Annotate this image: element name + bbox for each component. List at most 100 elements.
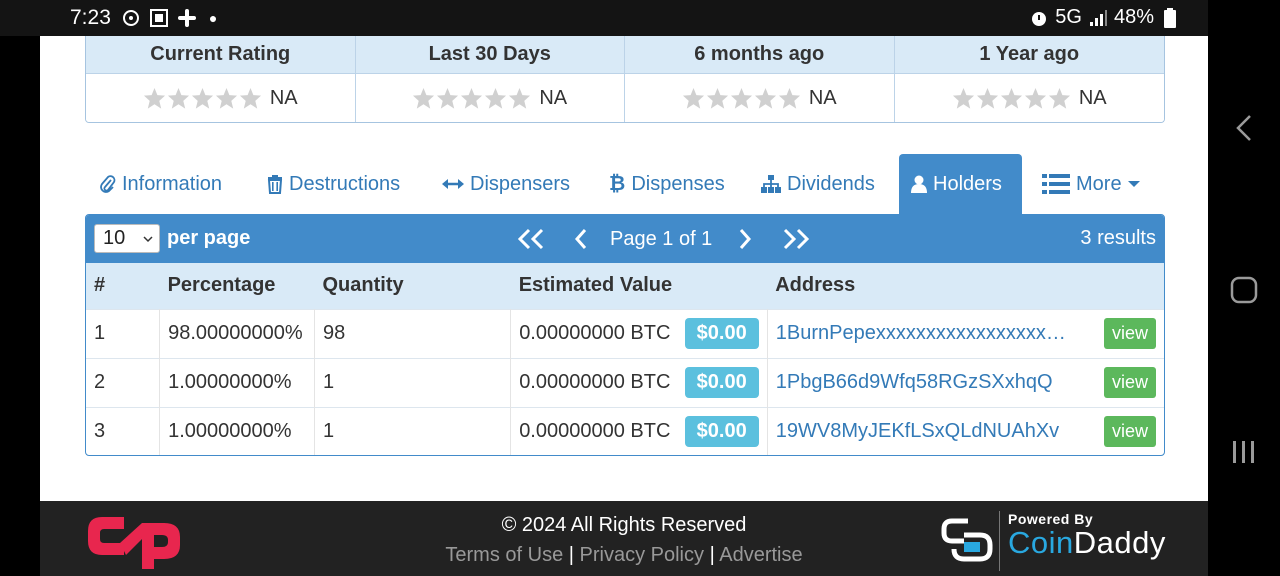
rating-value: NA bbox=[269, 86, 298, 109]
page-indicator: Page 1 of 1 bbox=[610, 228, 713, 250]
tab-dispenses[interactable]: ₿ Dispenses bbox=[597, 154, 737, 214]
chevron-left-icon bbox=[574, 229, 587, 249]
rating-header-1year: 1 Year ago bbox=[979, 43, 1080, 65]
paperclip-icon bbox=[100, 175, 116, 193]
usd-value-badge: $0.00 bbox=[684, 318, 759, 349]
view-button[interactable]: view bbox=[1103, 416, 1156, 448]
advertise-link[interactable]: Advertise bbox=[719, 544, 802, 566]
slack-icon bbox=[177, 9, 196, 27]
row-quantity: 98 bbox=[314, 308, 512, 358]
star-icon bbox=[682, 87, 704, 109]
recents-icon bbox=[1233, 441, 1254, 463]
row-quantity: 1 bbox=[314, 406, 512, 455]
rating-1year: NA bbox=[895, 74, 1165, 122]
tab-label: More bbox=[1076, 172, 1122, 195]
column-header-estimated-value: Estimated Value bbox=[510, 263, 768, 309]
row-percentage: 1.00000000% bbox=[159, 357, 315, 407]
rating-6months: NA bbox=[625, 74, 895, 122]
rating-value: NA bbox=[808, 86, 837, 109]
rating-value: NA bbox=[539, 86, 568, 109]
usd-value-badge: $0.00 bbox=[684, 416, 759, 448]
results-count: 3 results bbox=[1080, 227, 1156, 249]
signal-icon bbox=[1089, 9, 1107, 26]
chevron-down-icon bbox=[143, 236, 153, 243]
status-bar: 7:23 ● 5G 48% bbox=[0, 0, 1208, 36]
sitemap-icon bbox=[761, 175, 781, 193]
terms-link[interactable]: Terms of Use bbox=[445, 544, 563, 566]
star-rating bbox=[412, 87, 531, 110]
page-content: Current Rating Last 30 Days 6 months ago… bbox=[40, 36, 1208, 501]
btc-value: 0.00000000 BTC bbox=[519, 371, 671, 393]
column-header-quantity: Quantity bbox=[314, 263, 511, 309]
star-icon bbox=[191, 87, 213, 109]
battery-percent: 48% bbox=[1113, 6, 1154, 28]
address-link[interactable]: 1PbgB66d9Wfq58RGzSXxhqQ bbox=[776, 371, 1068, 394]
tab-destructions[interactable]: Destructions bbox=[255, 154, 412, 214]
star-icon bbox=[485, 87, 507, 109]
row-number: 1 bbox=[86, 308, 161, 358]
address-link[interactable]: 1BurnPepexxxxxxxxxxxxxxxxxxxAK33R bbox=[776, 322, 1068, 345]
tab-label: Dividends bbox=[787, 172, 875, 195]
tab-label: Dispensers bbox=[470, 172, 571, 195]
row-estimated-value: 0.00000000 BTC $0.00 bbox=[510, 308, 768, 358]
battery-icon bbox=[1164, 7, 1176, 28]
star-rating bbox=[143, 87, 262, 110]
bitcoin-icon: ₿ bbox=[609, 172, 626, 195]
table-row: 3 1.00000000% 1 0.00000000 BTC $0.00 19WV… bbox=[86, 406, 1164, 455]
usd-value-badge: $0.00 bbox=[684, 367, 759, 398]
first-page-button[interactable] bbox=[516, 227, 546, 251]
row-address: 1BurnPepexxxxxxxxxxxxxxxxxxxAK33R view bbox=[767, 308, 1164, 358]
tab-dispensers[interactable]: Dispensers bbox=[430, 154, 582, 214]
list-icon bbox=[1042, 174, 1070, 194]
tab-information[interactable]: Information bbox=[88, 154, 234, 214]
rating-30days: NA bbox=[356, 74, 625, 122]
table-row: 1 98.00000000% 98 0.00000000 BTC $0.00 1B… bbox=[86, 308, 1164, 358]
back-button[interactable] bbox=[1228, 112, 1260, 144]
site-footer: © 2024 All Rights Reserved Terms of Use … bbox=[40, 501, 1208, 576]
column-header-percentage: Percentage bbox=[159, 263, 315, 309]
double-chevron-right-icon bbox=[783, 228, 810, 250]
prev-page-button[interactable] bbox=[573, 227, 589, 251]
tab-label: Dispenses bbox=[631, 172, 725, 195]
star-icon bbox=[976, 87, 998, 109]
tab-more[interactable]: More bbox=[1030, 154, 1152, 214]
system-nav-bar bbox=[1208, 0, 1280, 576]
rating-header-6months: 6 months ago bbox=[625, 36, 895, 73]
recents-button[interactable] bbox=[1228, 436, 1260, 468]
ratings-table: Current Rating Last 30 Days 6 months ago… bbox=[85, 36, 1165, 123]
table-row: 2 1.00000000% 1 0.00000000 BTC $0.00 1Pbg… bbox=[86, 357, 1164, 407]
star-icon bbox=[143, 87, 165, 109]
star-rating bbox=[952, 87, 1071, 110]
tab-holders[interactable]: Holders bbox=[899, 154, 1022, 214]
per-page-label: per page bbox=[167, 227, 251, 249]
rating-header-current: Current Rating bbox=[86, 36, 356, 73]
more-notifications-icon: ● bbox=[208, 10, 218, 26]
rating-current: NA bbox=[86, 74, 356, 122]
view-button[interactable]: view bbox=[1103, 318, 1156, 349]
row-number: 2 bbox=[86, 357, 161, 407]
arrows-horizontal-icon bbox=[442, 179, 464, 189]
tab-label: Destructions bbox=[289, 172, 401, 195]
row-estimated-value: 0.00000000 BTC $0.00 bbox=[510, 406, 768, 455]
tab-dividends[interactable]: Dividends bbox=[749, 154, 887, 214]
view-button[interactable]: view bbox=[1103, 367, 1156, 398]
privacy-link[interactable]: Privacy Policy bbox=[580, 544, 704, 566]
star-icon bbox=[215, 87, 237, 109]
star-icon bbox=[437, 87, 459, 109]
star-icon bbox=[167, 87, 189, 109]
next-page-button[interactable] bbox=[737, 227, 753, 251]
status-time: 7:23 bbox=[70, 6, 111, 29]
chevron-right-icon bbox=[739, 229, 752, 249]
home-button[interactable] bbox=[1228, 274, 1260, 306]
row-estimated-value: 0.00000000 BTC $0.00 bbox=[510, 357, 768, 407]
per-page-select[interactable]: 10 bbox=[94, 224, 160, 253]
star-icon bbox=[952, 87, 974, 109]
row-percentage: 1.00000000% bbox=[159, 406, 315, 455]
address-link[interactable]: 19WV8MyJEKfLSxQLdNUAhXv bbox=[776, 420, 1068, 443]
coindaddy-logo-icon bbox=[941, 511, 1000, 571]
last-page-button[interactable] bbox=[781, 227, 811, 251]
powered-by-coindaddy[interactable]: Powered By CoinDaddy bbox=[940, 509, 1170, 571]
star-icon bbox=[778, 87, 800, 109]
row-number: 3 bbox=[86, 406, 161, 455]
star-icon bbox=[413, 87, 435, 109]
